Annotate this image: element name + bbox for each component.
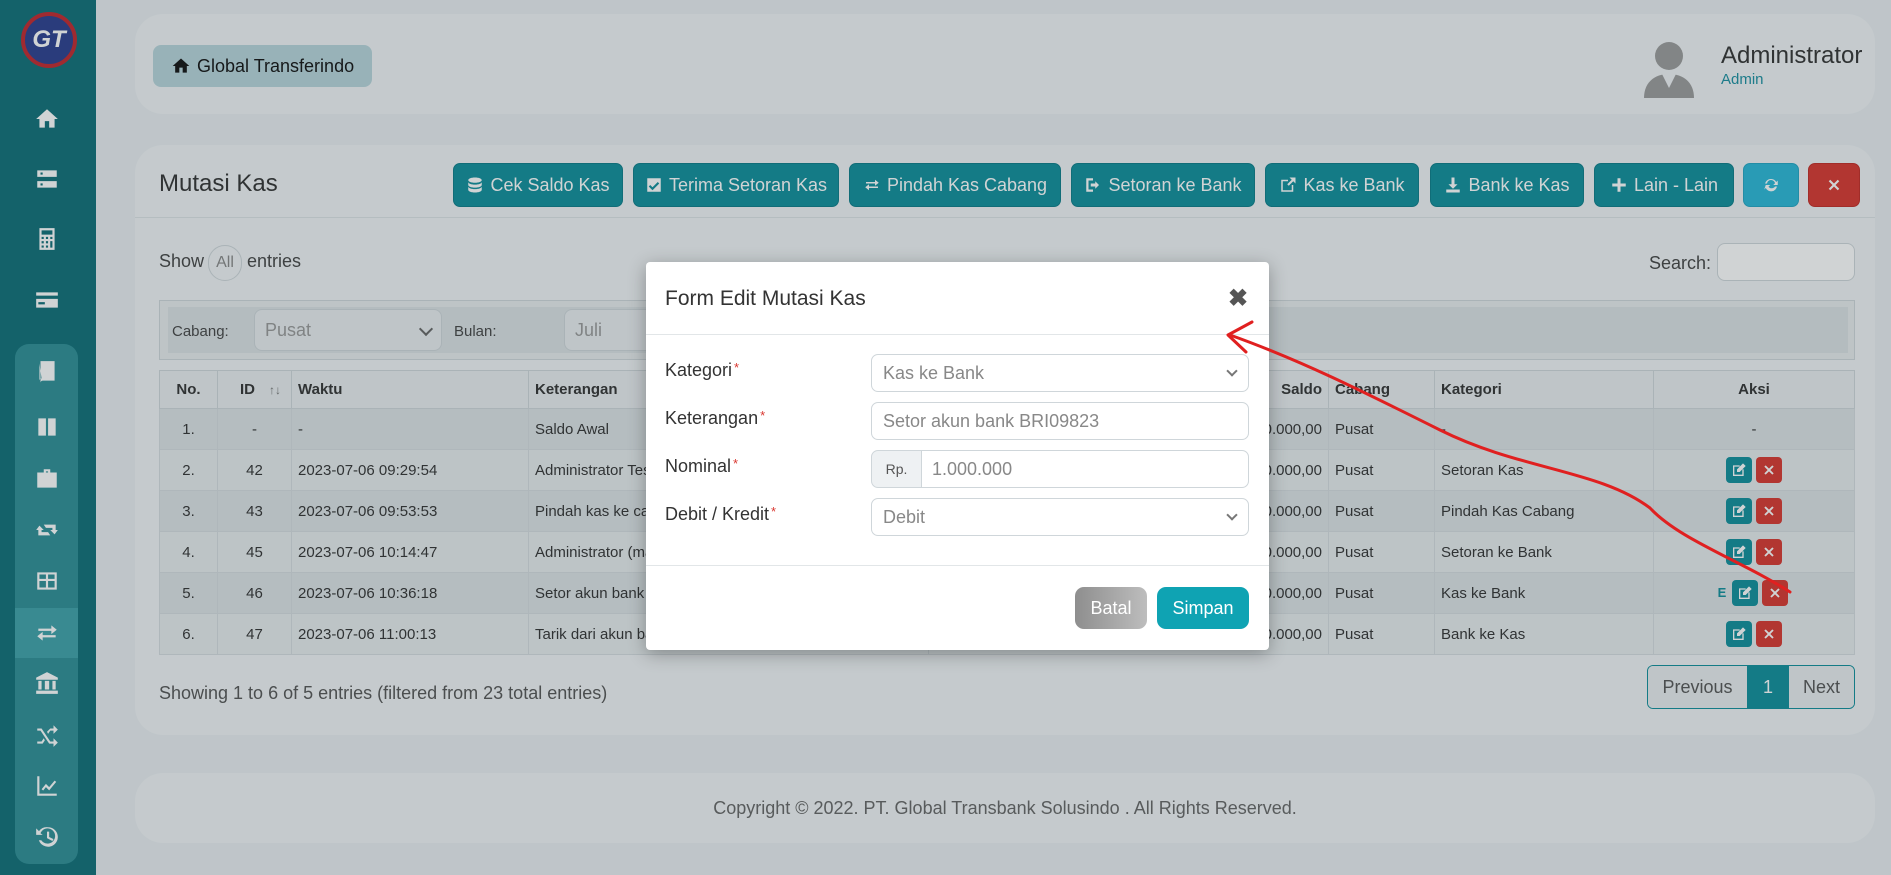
edit-mutasi-kas-modal: Form Edit Mutasi Kas ✖ Kategori * Kas ke …	[646, 262, 1269, 650]
chevron-down-icon	[1226, 365, 1238, 377]
simpan-button[interactable]: Simpan	[1157, 587, 1249, 629]
batal-button[interactable]: Batal	[1075, 587, 1147, 629]
modal-title: Form Edit Mutasi Kas	[665, 287, 866, 310]
kategori-label: Kategori *	[665, 360, 740, 380]
keterangan-input[interactable]: Setor akun bank BRI09823	[871, 402, 1249, 440]
modal-footer-divider	[646, 565, 1269, 566]
modal-header-divider	[646, 334, 1269, 335]
kategori-select[interactable]: Kas ke Bank	[871, 354, 1249, 392]
modal-close-icon[interactable]: ✖	[1228, 284, 1248, 313]
nominal-input[interactable]: 1.000.000	[921, 450, 1249, 488]
required-mark: *	[733, 456, 739, 471]
debit-kredit-select[interactable]: Debit	[871, 498, 1249, 536]
required-mark: *	[771, 504, 777, 519]
currency-prefix: Rp.	[871, 450, 922, 488]
debit-kredit-label: Debit / Kredit *	[665, 504, 777, 524]
nominal-label: Nominal *	[665, 456, 739, 476]
keterangan-label: Keterangan *	[665, 408, 766, 428]
chevron-down-icon	[1226, 509, 1238, 521]
required-mark: *	[760, 408, 766, 423]
required-mark: *	[734, 360, 740, 375]
